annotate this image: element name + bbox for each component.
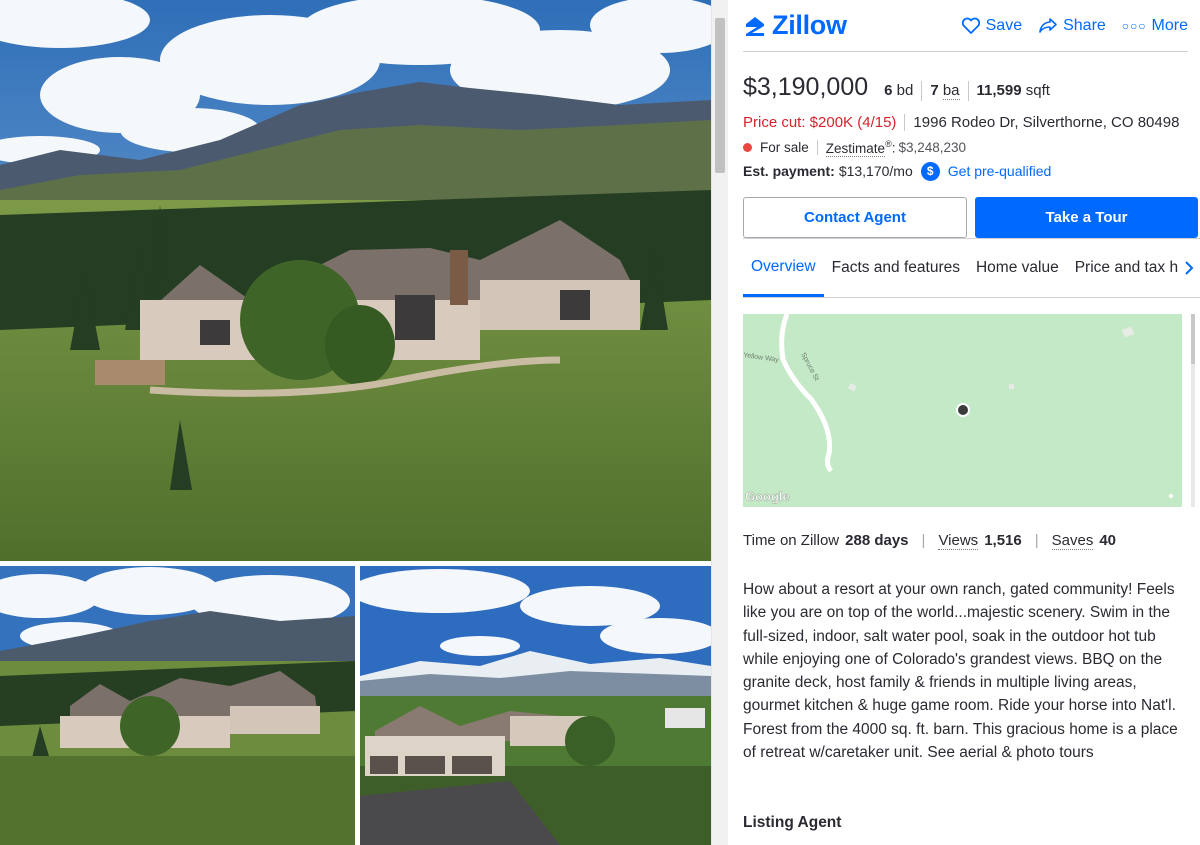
share-button[interactable]: Share: [1038, 17, 1106, 35]
share-label: Share: [1063, 16, 1106, 34]
photo-gallery: [0, 0, 711, 845]
listing-summary: $3,190,000 6 bd 7 ba 11,599 sqft Price c…: [743, 52, 1200, 238]
listing-status: For sale: [760, 139, 818, 155]
time-on-zillow: Time on Zillow 288 days: [743, 532, 909, 549]
google-attribution: Google: [745, 489, 790, 504]
heart-icon: [961, 17, 980, 34]
tab-overview[interactable]: Overview: [743, 239, 824, 297]
beds-fact: 6 bd: [884, 82, 914, 99]
main-listing-photo[interactable]: [0, 0, 711, 561]
listing-map[interactable]: Yellow Way Spruce St Google: [743, 314, 1182, 507]
listing-address: 1996 Rodeo Dr, Silverthorne, CO 80498: [913, 114, 1180, 131]
dollar-icon: $: [920, 161, 940, 181]
tab-home-value[interactable]: Home value: [968, 239, 1067, 297]
more-label: More: [1151, 16, 1188, 34]
listing-agent-heading: Listing Agent: [743, 814, 842, 831]
section-tabs: Overview Facts and features Home value P…: [743, 238, 1200, 298]
divider: |: [1034, 532, 1039, 549]
brand-name: Zillow: [772, 10, 847, 40]
est-payment-value: $13,170/mo: [838, 163, 913, 179]
more-button[interactable]: ○○○ More: [1122, 17, 1188, 35]
zillow-logo[interactable]: Zillow: [743, 10, 847, 41]
zestimate-label[interactable]: Zestimate®:: [818, 139, 895, 157]
for-sale-status-dot: [743, 142, 752, 152]
top-bar: Zillow Save Share ○○○ More: [743, 0, 1188, 52]
property-location-pin-icon: [958, 405, 968, 415]
listing-photo-thumbnail[interactable]: [360, 566, 711, 845]
zillow-logo-icon: [746, 16, 764, 36]
tab-facts-and-features[interactable]: Facts and features: [824, 239, 968, 297]
price-cut-badge: Price cut: $200K (4/15): [743, 114, 906, 131]
listing-photo-thumbnail[interactable]: [0, 566, 355, 845]
sqft-fact: 11,599 sqft: [967, 81, 1058, 101]
save-button[interactable]: Save: [961, 17, 1022, 35]
home-facts: 6 bd 7 ba 11,599 sqft: [884, 81, 1058, 101]
map-scrollbar[interactable]: [1186, 314, 1200, 507]
more-dots-icon: ○○○: [1121, 18, 1147, 33]
chevron-right-icon[interactable]: [1178, 239, 1200, 297]
save-label: Save: [985, 16, 1023, 34]
take-a-tour-button[interactable]: Take a Tour: [975, 196, 1198, 238]
baths-fact[interactable]: 7 ba: [921, 81, 967, 101]
listing-description: How about a resort at your own ranch, ga…: [743, 581, 1178, 762]
listing-price: $3,190,000: [743, 73, 869, 101]
saves-count[interactable]: Saves 40: [1051, 532, 1116, 550]
divider: |: [921, 532, 926, 549]
zestimate-value: $3,248,230: [898, 139, 967, 155]
share-icon: [1039, 18, 1057, 33]
listing-stats: Time on Zillow 288 days | Views 1,516 | Sa…: [743, 532, 1188, 550]
scrollbar-thumb[interactable]: [715, 18, 725, 173]
contact-agent-button[interactable]: Contact Agent: [743, 196, 967, 238]
est-payment-label: Est. payment:: [743, 163, 835, 179]
views-count[interactable]: Views 1,516: [938, 532, 1022, 550]
photos-scrollbar[interactable]: [711, 0, 728, 845]
get-prequalified-link[interactable]: Get pre-qualified: [948, 163, 1052, 179]
